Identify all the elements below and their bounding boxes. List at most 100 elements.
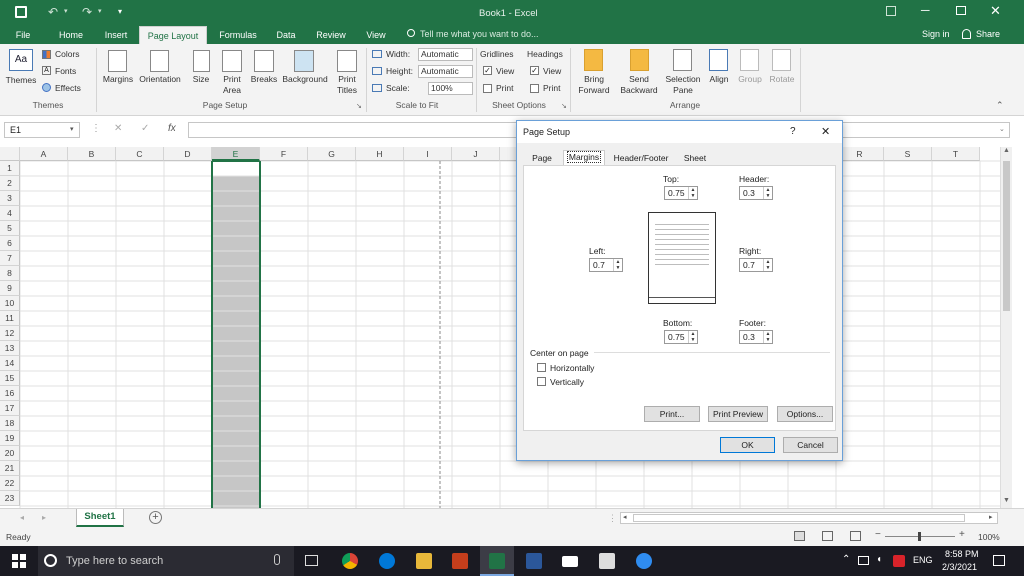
themes-button[interactable]: Themes <box>4 75 38 86</box>
tab-insert[interactable]: Insert <box>98 26 134 44</box>
word-icon[interactable] <box>526 553 542 569</box>
language-indicator[interactable]: ENG <box>913 555 933 565</box>
confirm-entry-icon[interactable]: ✓ <box>141 123 149 134</box>
dialog-close-button[interactable]: ✕ <box>821 125 830 138</box>
horizontally-checkbox[interactable] <box>537 363 546 372</box>
select-all-corner[interactable] <box>0 147 20 161</box>
dialog-tab-sheet[interactable]: Sheet <box>677 152 713 165</box>
vertically-checkbox[interactable] <box>537 377 546 386</box>
print-titles-icon[interactable] <box>337 50 357 72</box>
fonts-button[interactable]: Fonts <box>55 66 76 77</box>
row-header[interactable]: 13 <box>0 341 20 356</box>
row-header[interactable]: 5 <box>0 221 20 236</box>
ribbon-display-options-icon[interactable] <box>886 6 896 16</box>
tray-app-icon[interactable] <box>893 555 905 567</box>
cancel-entry-icon[interactable]: ✕ <box>114 123 122 134</box>
notifications-icon[interactable] <box>993 555 1005 566</box>
column-header[interactable]: D <box>164 147 212 161</box>
print-area-button[interactable]: Print Area <box>218 74 246 96</box>
normal-view-icon[interactable] <box>794 531 805 541</box>
expand-formula-bar-icon[interactable]: ⌄ <box>999 125 1005 133</box>
footer-margin-input[interactable]: 0.3 ▲ ▼ <box>739 330 773 344</box>
dialog-tab-page[interactable]: Page <box>525 152 559 165</box>
effects-button[interactable]: Effects <box>55 83 81 94</box>
header-margin-input[interactable]: 0.3 ▲ ▼ <box>739 186 773 200</box>
gridlines-view-checkbox[interactable]: ✓ <box>483 66 492 75</box>
name-box-dropdown-icon[interactable]: ▾ <box>70 125 74 133</box>
column-header[interactable]: F <box>260 147 308 161</box>
undo-icon[interactable]: ↶ <box>48 5 58 19</box>
dialog-tab-header-footer[interactable]: Header/Footer <box>609 152 673 165</box>
background-button[interactable]: Background <box>280 74 330 85</box>
column-header[interactable]: S <box>884 147 932 161</box>
breaks-button[interactable]: Breaks <box>249 74 279 85</box>
row-header[interactable]: 19 <box>0 431 20 446</box>
row-header[interactable]: 18 <box>0 416 20 431</box>
scroll-down-icon[interactable]: ▼ <box>1003 497 1010 504</box>
colors-button[interactable]: Colors <box>55 49 80 60</box>
print-area-icon[interactable] <box>222 50 242 72</box>
mail-icon[interactable] <box>562 556 578 567</box>
column-header[interactable]: I <box>404 147 452 161</box>
file-explorer-icon[interactable] <box>416 553 432 569</box>
excel-icon[interactable] <box>489 553 505 569</box>
right-margin-input[interactable]: 0.7 ▲ ▼ <box>739 258 773 272</box>
print-preview-button[interactable]: Print Preview <box>708 406 768 422</box>
headings-view-checkbox[interactable]: ✓ <box>530 66 539 75</box>
row-header[interactable]: 21 <box>0 461 20 476</box>
column-header[interactable]: H <box>356 147 404 161</box>
row-header[interactable]: 12 <box>0 326 20 341</box>
zalo-icon[interactable] <box>636 553 652 569</box>
ok-button[interactable]: OK <box>720 437 775 453</box>
dialog-tab-margins[interactable]: Margins <box>563 150 605 166</box>
height-select[interactable]: Automatic <box>418 65 473 78</box>
row-header[interactable]: 23 <box>0 491 20 506</box>
page-setup-launcher-icon[interactable]: ↘ <box>356 102 362 110</box>
column-header[interactable]: R <box>836 147 884 161</box>
margins-icon[interactable] <box>108 50 127 72</box>
top-spinner-icon[interactable]: ▲ ▼ <box>688 187 697 199</box>
row-header[interactable]: 1 <box>0 161 20 176</box>
row-header[interactable]: 7 <box>0 251 20 266</box>
customize-qat-icon[interactable]: ▾ <box>118 7 122 16</box>
themes-icon[interactable]: Aa <box>9 49 33 71</box>
volume-icon[interactable]: ◖ <box>876 554 882 565</box>
print-button[interactable]: Print... <box>644 406 700 422</box>
clock-date[interactable]: 2/3/2021 <box>942 562 977 572</box>
row-header[interactable]: 15 <box>0 371 20 386</box>
tab-formulas[interactable]: Formulas <box>212 26 264 44</box>
scroll-right-icon[interactable]: ▸ <box>989 513 993 521</box>
chrome-icon[interactable] <box>342 553 358 569</box>
background-icon[interactable] <box>294 50 314 72</box>
vertical-scroll-thumb[interactable] <box>1003 161 1010 311</box>
zoom-slider-thumb[interactable] <box>918 532 921 541</box>
margins-button[interactable]: Margins <box>99 74 137 85</box>
windows-start-icon[interactable] <box>12 554 26 568</box>
tab-split-icon[interactable]: ⋮ <box>608 513 617 524</box>
show-hidden-icons-icon[interactable]: ⌃ <box>842 554 850 565</box>
row-header[interactable]: 8 <box>0 266 20 281</box>
new-sheet-icon[interactable]: + <box>149 511 162 524</box>
column-header[interactable]: T <box>932 147 980 161</box>
size-icon[interactable] <box>193 50 210 72</box>
align-icon[interactable] <box>709 49 728 71</box>
scroll-left-icon[interactable]: ◂ <box>623 513 627 521</box>
zoom-level[interactable]: 100% <box>978 532 1000 542</box>
undo-dropdown-icon[interactable]: ▾ <box>64 7 68 15</box>
sheet-scroll-right-icon[interactable]: ▸ <box>42 513 46 522</box>
breaks-icon[interactable] <box>254 50 274 72</box>
column-header[interactable]: B <box>68 147 116 161</box>
scale-spinner[interactable]: 100% <box>428 82 473 95</box>
bottom-margin-input[interactable]: 0.75 ▲ ▼ <box>664 330 698 344</box>
selection-pane-icon[interactable] <box>673 49 692 71</box>
minimize-icon[interactable]: ─ <box>921 3 930 17</box>
headings-print-checkbox[interactable] <box>530 84 539 93</box>
print-titles-button[interactable]: Print Titles <box>333 74 361 96</box>
horizontal-scrollbar[interactable]: ◂ ▸ <box>620 512 998 524</box>
column-header[interactable]: C <box>116 147 164 161</box>
header-spinner-icon[interactable]: ▲ ▼ <box>763 187 772 199</box>
tab-page-layout[interactable]: Page Layout <box>139 26 207 44</box>
cancel-button[interactable]: Cancel <box>783 437 838 453</box>
left-margin-input[interactable]: 0.7 ▲ ▼ <box>589 258 623 272</box>
share-button[interactable]: Share <box>976 29 1000 39</box>
